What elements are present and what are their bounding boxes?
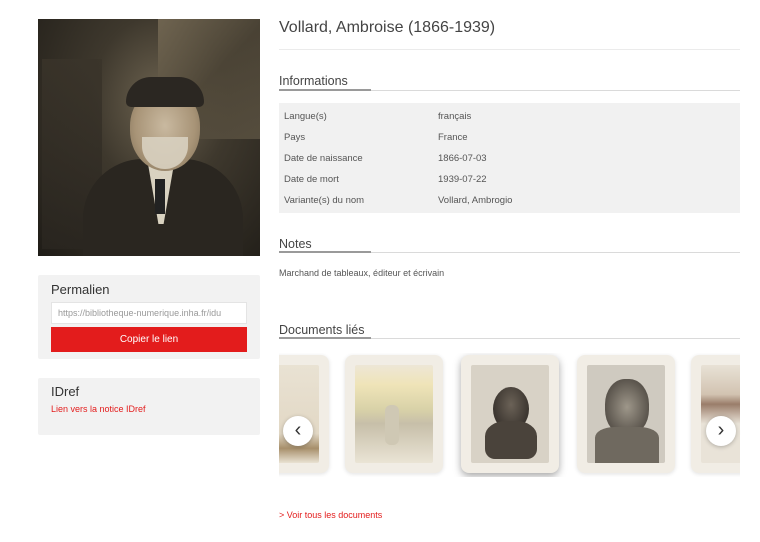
info-value: 1866-07-03 [438, 153, 487, 164]
info-value: 1939-07-22 [438, 174, 487, 185]
documents-carousel [279, 353, 740, 477]
document-thumbnail[interactable] [279, 355, 329, 473]
info-row: Date de naissance 1866-07-03 [279, 149, 740, 169]
info-key: Variante(s) du nom [284, 195, 365, 206]
informations-underline [279, 89, 371, 91]
info-key: Date de mort [284, 174, 339, 185]
idref-link[interactable]: Lien vers la notice IDref [51, 404, 146, 414]
chevron-left-icon: ‹ [294, 419, 302, 441]
document-thumbnail[interactable] [691, 355, 740, 473]
notes-heading: Notes [279, 237, 312, 251]
carousel-prev-button[interactable]: ‹ [283, 416, 313, 446]
carousel-next-button[interactable]: › [706, 416, 736, 446]
informations-table: Langue(s) français Pays France Date de n… [279, 103, 740, 213]
permalink-url-field[interactable] [51, 302, 247, 324]
page-title: Vollard, Ambroise (1866-1939) [279, 19, 496, 36]
document-thumbnail[interactable] [577, 355, 675, 473]
document-image [471, 365, 549, 463]
info-key: Pays [284, 132, 306, 143]
title-divider [279, 49, 740, 50]
info-row: Date de mort 1939-07-22 [279, 170, 740, 190]
portrait-image [38, 19, 260, 256]
info-row: Langue(s) français [279, 107, 740, 127]
informations-heading: Informations [279, 74, 348, 88]
info-row: Pays France [279, 128, 740, 148]
document-image [355, 365, 433, 463]
info-key: Langue(s) [284, 111, 327, 122]
document-image [279, 365, 319, 463]
document-thumbnail[interactable] [461, 355, 559, 473]
notes-text: Marchand de tableaux, éditeur et écrivai… [279, 268, 445, 278]
chevron-right-icon: › [717, 419, 725, 441]
info-value: Vollard, Ambrogio [438, 195, 513, 206]
info-value: français [438, 111, 472, 122]
portrait-tie [155, 179, 165, 214]
copy-link-button[interactable]: Copier le lien [51, 327, 247, 352]
document-thumbnail[interactable] [345, 355, 443, 473]
info-value: France [438, 132, 468, 143]
idref-heading: IDref [51, 384, 80, 399]
documents-underline [279, 337, 371, 339]
permalink-panel: Permalien Copier le lien [38, 275, 260, 359]
documents-heading: Documents liés [279, 323, 365, 337]
document-image [701, 365, 740, 463]
notes-underline [279, 251, 371, 253]
see-all-documents-link[interactable]: > Voir tous les documents [279, 510, 382, 520]
info-row: Variante(s) du nom Vollard, Ambrogio [279, 191, 740, 211]
portrait-cap [126, 77, 204, 107]
permalink-heading: Permalien [51, 282, 110, 297]
idref-panel: IDref Lien vers la notice IDref [38, 378, 260, 435]
document-image [587, 365, 665, 463]
info-key: Date de naissance [284, 153, 363, 164]
